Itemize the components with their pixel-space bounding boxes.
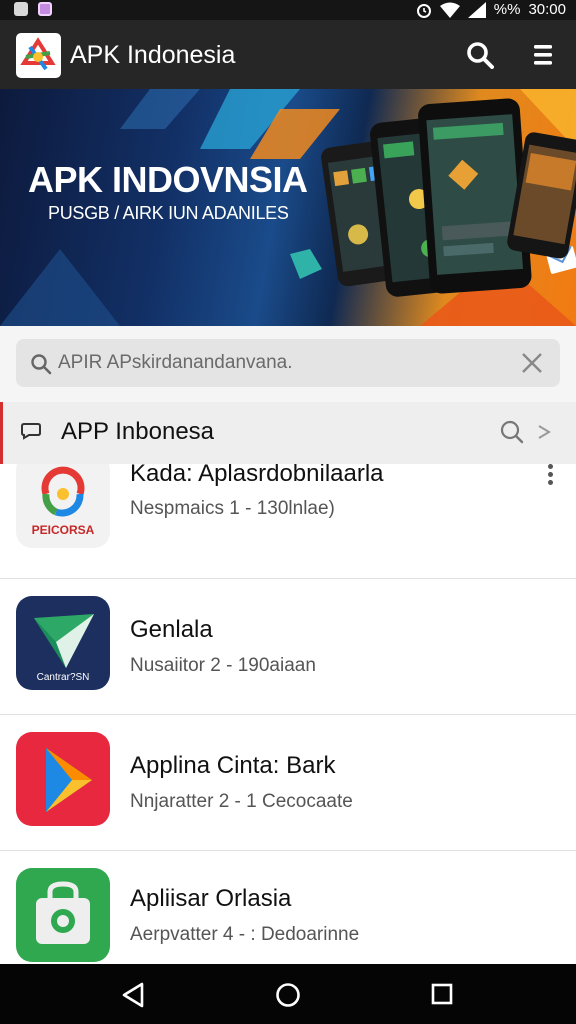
wifi-icon — [439, 2, 460, 18]
search-input[interactable] — [58, 339, 498, 387]
search-box[interactable] — [16, 339, 560, 387]
status-left — [14, 2, 52, 16]
app-notification-icon — [38, 2, 52, 16]
apk-logo-icon[interactable] — [16, 33, 61, 78]
back-icon[interactable] — [120, 982, 146, 1008]
app-title: Kada: Aplasrdobnilaarla — [130, 464, 384, 487]
section-header: APP Inbonesa — [0, 402, 576, 464]
banner-title: APK INDOVNSIA — [28, 159, 308, 200]
search-field-icon — [31, 354, 52, 375]
search-area — [0, 326, 576, 402]
colorful-logo-icon: PEICORSA — [16, 464, 110, 548]
chevron-right-icon[interactable] — [537, 424, 555, 440]
status-right: %% 30:00 — [416, 1, 566, 18]
status-time: 30:00 — [528, 1, 566, 18]
icon-label: PEICORSA — [32, 523, 95, 537]
app-title: Apliisar Orlasia — [130, 885, 292, 912]
app-title: Applina Cinta: Bark — [130, 752, 336, 779]
list-item[interactable]: Applina Cinta: Bark Nnjaratter 2 - 1 Cec… — [0, 716, 576, 851]
signal-icon — [467, 1, 486, 18]
shopping-bag-icon — [16, 868, 110, 962]
app-subtitle: Aerpvatter 4 - : Dedoarinne — [130, 924, 360, 945]
promo-banner[interactable]: APK INDOVNSIA PUSGB / AIRK IUN ADANILES — [0, 89, 576, 326]
green-arrow-icon: Cantrar?SN — [16, 596, 110, 690]
home-icon[interactable] — [275, 982, 301, 1008]
battery-text: %% — [493, 1, 521, 18]
menu-icon[interactable] — [530, 44, 556, 66]
icon-label: Cantrar?SN — [37, 672, 90, 683]
app-bar: APK Indonesia — [0, 20, 576, 89]
chat-icon — [21, 423, 41, 440]
clear-icon[interactable] — [520, 351, 544, 375]
app-title: Genlala — [130, 616, 213, 643]
status-bar: %% 30:00 — [0, 0, 576, 20]
list-item[interactable]: Cantrar?SN Genlala Nusaiitor 2 - 190aiaa… — [0, 580, 576, 715]
app-title: APK Indonesia — [70, 41, 236, 69]
system-nav-bar — [0, 964, 576, 1024]
recents-icon[interactable] — [430, 982, 454, 1006]
section-search-icon[interactable] — [499, 419, 525, 445]
list-item[interactable]: PEICORSA Kada: Aplasrdobnilaarla Nespmai… — [0, 464, 576, 579]
app-subtitle: Nnjaratter 2 - 1 Cecocaate — [130, 791, 353, 812]
notification-icon — [14, 2, 28, 16]
app-subtitle: Nespmaics 1 - 130lnlae) — [130, 498, 335, 519]
search-icon[interactable] — [466, 41, 494, 69]
alarm-icon — [416, 3, 431, 18]
section-title: APP Inbonesa — [61, 418, 215, 445]
app-list: PEICORSA Kada: Aplasrdobnilaarla Nespmai… — [0, 464, 576, 964]
banner-subtitle: PUSGB / AIRK IUN ADANILES — [48, 203, 289, 223]
more-options-icon[interactable] — [545, 464, 555, 490]
app-subtitle: Nusaiitor 2 - 190aiaan — [130, 655, 316, 676]
play-triangle-icon — [16, 732, 110, 826]
list-item[interactable]: Apliisar Orlasia Aerpvatter 4 - : Dedoar… — [0, 852, 576, 964]
